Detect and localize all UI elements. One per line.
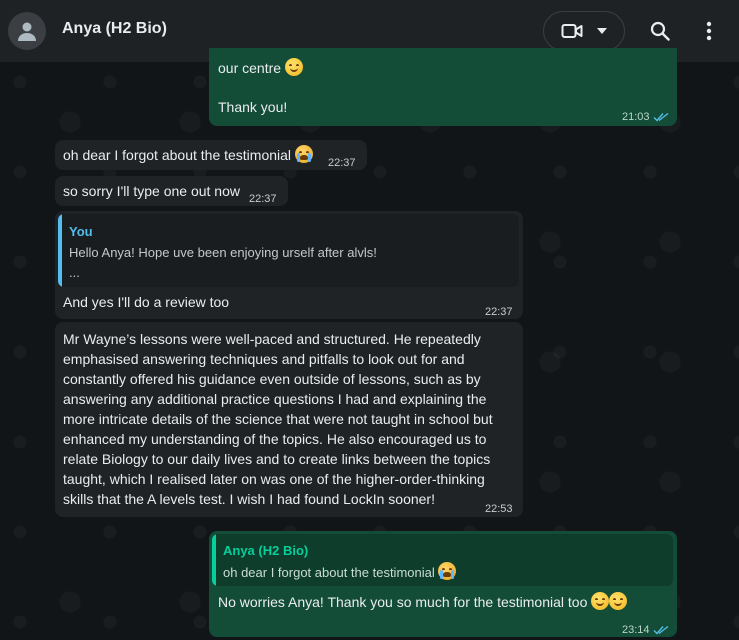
message-time: 22:37 <box>249 193 277 205</box>
message-line: our centre <box>218 60 282 76</box>
chevron-down-icon <box>597 28 607 34</box>
search-icon <box>650 21 670 41</box>
search-button[interactable] <box>648 19 672 43</box>
contact-name[interactable]: Anya (H2 Bio) <box>62 20 167 38</box>
quoted-message[interactable]: You Hello Anya! Hope uve been enjoying u… <box>58 214 519 287</box>
message-time: 21:03 <box>622 107 669 127</box>
menu-icon <box>706 21 712 41</box>
message-line: emphasised answering techniques and pitf… <box>63 351 465 367</box>
message-bubble-incoming[interactable]: Mr Wayne’s lessons were well-paced and s… <box>55 322 523 517</box>
avatar[interactable] <box>8 12 46 50</box>
message-text: so sorry I'll type one out now <box>63 183 240 199</box>
menu-button[interactable] <box>697 19 721 43</box>
message-bubble-outgoing[interactable]: our centre Thank you! 21:03 <box>209 48 677 126</box>
message-bubble-incoming[interactable]: You Hello Anya! Hope uve been enjoying u… <box>55 211 523 319</box>
smiling-emoji-icon <box>591 592 610 610</box>
message-text: No worries Anya! Thank you so much for t… <box>218 592 628 612</box>
message-line: answering any additional practice questi… <box>63 391 487 407</box>
quoted-message[interactable]: Anya (H2 Bio) oh dear I forgot about the… <box>212 534 673 586</box>
crying-emoji-icon <box>438 562 457 580</box>
message-text: Thank you! <box>218 99 288 115</box>
video-call-icon <box>561 24 583 38</box>
quote-bar <box>58 214 62 287</box>
quote-ellipsis: ... <box>69 265 80 280</box>
message-line: more intricate details of the science th… <box>63 411 493 427</box>
message-text: oh dear I forgot about the testimonial <box>63 145 313 165</box>
message-line: skills that the A levels test. I wish I … <box>63 491 435 507</box>
quote-author: Anya (H2 Bio) <box>223 543 309 558</box>
message-bubble-outgoing[interactable]: Anya (H2 Bio) oh dear I forgot about the… <box>209 531 677 637</box>
message-time: 23:14 <box>622 620 669 640</box>
smiling-emoji-icon <box>284 58 303 76</box>
message-time: 22:37 <box>485 306 513 318</box>
quote-text: oh dear I forgot about the testimonial <box>223 562 457 583</box>
quote-text: Hello Anya! Hope uve been enjoying ursel… <box>69 245 377 260</box>
message-bubble-incoming[interactable]: so sorry I'll type one out now 22:37 <box>55 176 288 206</box>
smiling-emoji-icon <box>609 592 628 610</box>
avatar-icon <box>18 22 36 41</box>
message-line: relate Biology to our daily lives and to… <box>63 451 491 467</box>
message-time: 22:37 <box>328 157 356 169</box>
crying-emoji-icon <box>294 145 313 163</box>
read-ticks-icon <box>653 626 668 635</box>
quote-bar <box>212 534 216 586</box>
message-text: And yes I'll do a review too <box>63 294 230 310</box>
message-text: our centre <box>218 58 303 78</box>
testimonial-text: Mr Wayne’s lessons were well-paced and s… <box>63 329 493 509</box>
message-time: 22:53 <box>485 503 513 515</box>
quote-author: You <box>69 224 93 239</box>
message-line: Mr Wayne’s lessons were well-paced and s… <box>63 331 481 347</box>
message-line: taught, which I realised later on was on… <box>63 471 485 487</box>
message-line: enhanced my understanding of the topics.… <box>63 431 487 447</box>
video-call-button[interactable] <box>543 11 625 51</box>
message-bubble-incoming[interactable]: oh dear I forgot about the testimonial 2… <box>55 140 367 170</box>
message-line: constantly offered his guidance even out… <box>63 371 481 387</box>
read-ticks-icon <box>653 113 668 122</box>
